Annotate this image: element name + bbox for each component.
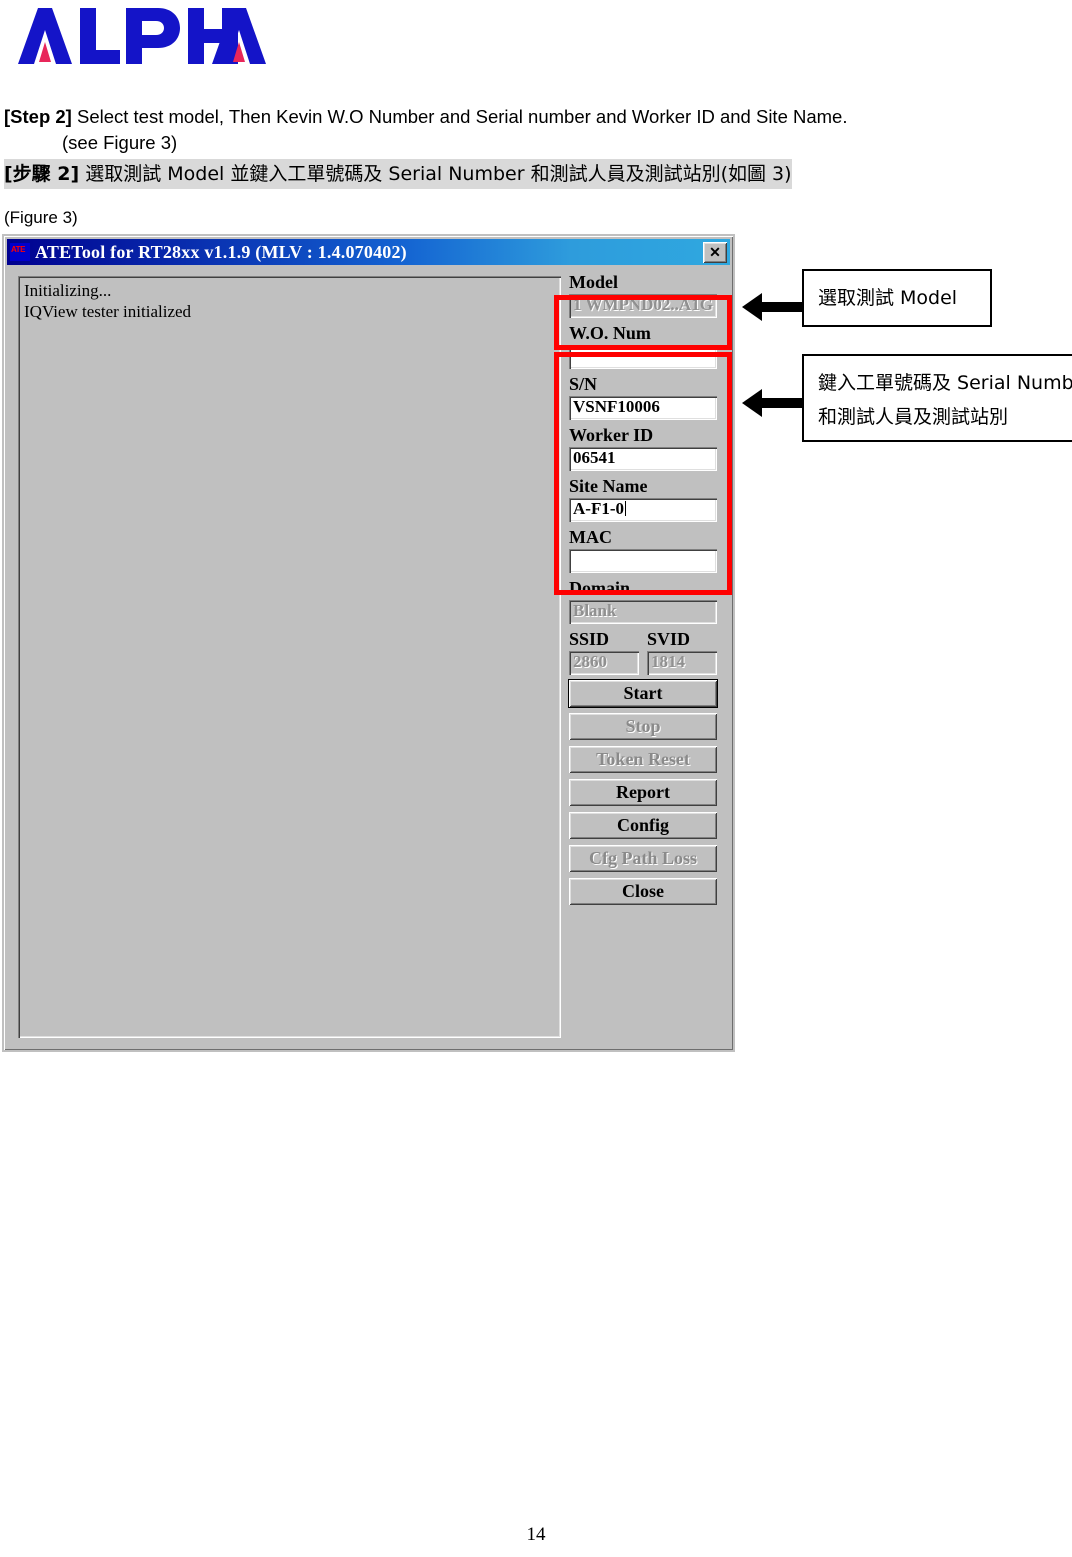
label-wo-num: W.O. Num <box>569 323 651 343</box>
field-group-sn: S/N VSNF10006 <box>569 374 725 420</box>
log-output-panel[interactable]: Initializing... IQView tester initialize… <box>18 276 561 1038</box>
window-titlebar: ATETool for RT28xx v1.1.9 (MLV : 1.4.070… <box>7 239 730 265</box>
callout-fields-line1: 鍵入工單號碼及 Serial Number <box>818 372 1072 394</box>
mac-input[interactable] <box>569 549 717 573</box>
label-model: Model <box>569 272 618 292</box>
domain-input[interactable]: Blank <box>569 600 717 624</box>
step-line-chinese: [步驟 2] 選取測試 Model 並鍵入工單號碼及 Serial Number… <box>4 159 792 189</box>
field-group-mac: MAC <box>569 527 725 573</box>
alpha-logo <box>8 4 268 68</box>
field-group-worker-id: Worker ID 06541 <box>569 425 725 471</box>
ate-app-icon <box>10 243 30 261</box>
alpha-logo-svg <box>18 8 266 64</box>
form-panel: Model 1 WMPND02..A1G W.O. Num S/N VSNF10… <box>568 272 725 911</box>
step-tag-zh: [步驟 2] <box>4 163 80 185</box>
figure-caption: (Figure 3) <box>4 208 78 227</box>
log-line: IQView tester initialized <box>24 302 192 321</box>
field-group-domain: Domain Blank <box>569 578 725 624</box>
site-name-input[interactable]: A-F1-0 <box>569 498 717 522</box>
ssid-svid-label-row: SSID SVID <box>569 629 725 650</box>
step-see-figure: (see Figure 3) <box>62 132 178 153</box>
log-line: Initializing... <box>24 281 112 300</box>
step-text-zh: 選取測試 Model 並鍵入工單號碼及 Serial Number 和測試人員及… <box>85 163 792 185</box>
stop-button: Stop <box>569 713 717 740</box>
close-button[interactable]: Close <box>569 878 717 905</box>
label-site-name: Site Name <box>569 476 648 496</box>
token-reset-button: Token Reset <box>569 746 717 773</box>
window-title: ATETool for RT28xx v1.1.9 (MLV : 1.4.070… <box>35 241 407 262</box>
step-tag-en: [Step 2] <box>4 106 72 127</box>
start-button[interactable]: Start <box>568 679 718 708</box>
callout-model-text: 選取測試 Model <box>818 287 958 309</box>
model-input[interactable]: 1 WMPND02..A1G <box>569 294 717 318</box>
arrow-left-icon <box>742 389 802 417</box>
label-worker-id: Worker ID <box>569 425 654 445</box>
report-button[interactable]: Report <box>569 779 717 806</box>
callout-fields: 鍵入工單號碼及 Serial Number 和測試人員及測試站別 <box>802 354 1072 442</box>
callout-model: 選取測試 Model <box>802 269 992 327</box>
callout-fields-line2: 和測試人員及測試站別 <box>818 406 1009 428</box>
wo-num-input[interactable] <box>569 345 717 369</box>
label-mac: MAC <box>569 527 612 547</box>
atetool-window: ATETool for RT28xx v1.1.9 (MLV : 1.4.070… <box>2 234 735 1052</box>
label-domain: Domain <box>569 578 631 598</box>
svid-input[interactable]: 1814 <box>647 651 717 675</box>
field-group-model: Model 1 WMPND02..A1G <box>569 272 725 318</box>
worker-id-input[interactable]: 06541 <box>569 447 717 471</box>
page-number: 14 <box>526 1524 546 1545</box>
close-icon[interactable] <box>703 241 727 263</box>
config-button[interactable]: Config <box>569 812 717 839</box>
cfg-path-loss-button: Cfg Path Loss <box>569 845 717 872</box>
ssid-svid-input-row: 2860 1814 <box>569 650 725 680</box>
label-sn: S/N <box>569 374 598 394</box>
sn-input[interactable]: VSNF10006 <box>569 396 717 420</box>
step-line-english: [Step 2] Select test model, Then Kevin W… <box>4 104 1064 130</box>
field-group-site-name: Site Name A-F1-0 <box>569 476 725 522</box>
step-instruction-block: [Step 2] Select test model, Then Kevin W… <box>4 104 1064 189</box>
ssid-input[interactable]: 2860 <box>569 651 639 675</box>
arrow-left-icon <box>742 293 802 321</box>
step-text-en: Select test model, Then Kevin W.O Number… <box>76 106 848 127</box>
label-ssid: SSID <box>569 629 610 649</box>
field-group-wo-num: W.O. Num <box>569 323 725 369</box>
label-svid: SVID <box>647 629 691 649</box>
